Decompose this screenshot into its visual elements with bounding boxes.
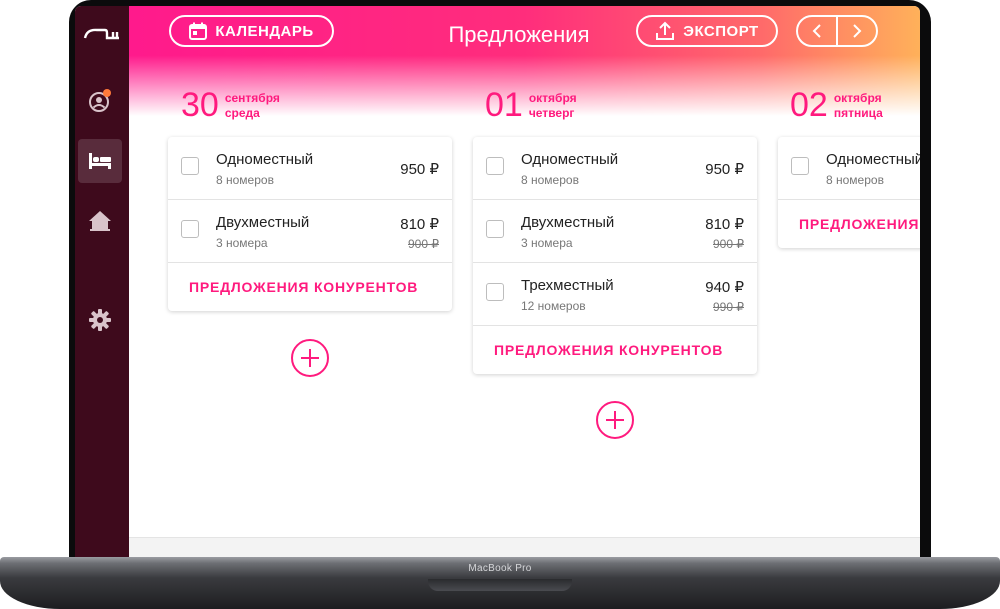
room-name: Двухместный bbox=[521, 214, 615, 231]
room-row: Одноместный 8 номеров bbox=[778, 137, 920, 200]
device-label: MacBook Pro bbox=[468, 563, 532, 574]
room-checkbox[interactable] bbox=[486, 283, 504, 301]
sidebar-item-profile[interactable] bbox=[78, 79, 122, 123]
room-count: 3 номера bbox=[521, 236, 573, 250]
gear-icon bbox=[89, 309, 111, 331]
day-number: 01 bbox=[485, 86, 523, 124]
day-weekday: пятница bbox=[833, 105, 883, 120]
day-weekday: четверг bbox=[528, 105, 575, 120]
room-row: Трехместный 12 номеров 940 ₽ 990 ₽ bbox=[473, 263, 757, 326]
room-checkbox[interactable] bbox=[486, 220, 504, 238]
day-card: Одноместный 8 номеров 950 ₽ Двухместный … bbox=[473, 137, 757, 374]
bottom-strip bbox=[129, 537, 920, 559]
export-button-label: ЭКСПОРТ bbox=[683, 22, 759, 40]
date-navigation bbox=[796, 15, 878, 47]
day-number: 02 bbox=[790, 86, 828, 124]
room-price: 810 ₽ bbox=[400, 216, 439, 233]
room-name: Одноместный bbox=[521, 151, 619, 168]
room-checkbox[interactable] bbox=[486, 157, 504, 175]
app-screen: КАЛЕНДАРЬ Предложения ЭКСПОРТ 30 сентябр… bbox=[75, 6, 920, 559]
room-name: Одноместный bbox=[826, 151, 920, 168]
room-checkbox[interactable] bbox=[181, 157, 199, 175]
competitor-offers-link[interactable]: ПРЕДЛОЖЕНИЯ КОНУРЕНТОВ bbox=[473, 326, 757, 374]
day-card: Одноместный 8 номеров ПРЕДЛОЖЕНИЯ КОНУРЕ… bbox=[778, 137, 920, 248]
next-button[interactable] bbox=[838, 17, 876, 45]
sidebar-item-settings[interactable] bbox=[78, 298, 122, 342]
bed-icon bbox=[89, 153, 111, 169]
sidebar-item-rooms[interactable] bbox=[78, 139, 122, 183]
calendar-button-label: КАЛЕНДАРЬ bbox=[215, 22, 314, 40]
day-month: октября bbox=[528, 90, 577, 105]
sidebar bbox=[75, 6, 129, 559]
day-header: 30 сентября среда bbox=[181, 86, 280, 125]
calendar-icon bbox=[189, 22, 208, 40]
day-weekday: среда bbox=[224, 105, 260, 120]
room-row: Двухместный 3 номера 810 ₽ 900 ₽ bbox=[473, 200, 757, 263]
chevron-left-icon bbox=[812, 24, 821, 38]
room-row: Двухместный 3 номера 810 ₽ 900 ₽ bbox=[168, 200, 452, 263]
room-count: 8 номеров bbox=[521, 173, 579, 187]
competitor-offers-link[interactable]: ПРЕДЛОЖЕНИЯ КОНУРЕНТОВ bbox=[778, 200, 920, 248]
upload-icon bbox=[656, 21, 675, 40]
user-notification-icon bbox=[89, 89, 111, 112]
day-number: 30 bbox=[181, 86, 219, 124]
room-count: 3 номера bbox=[216, 236, 268, 250]
room-price: 940 ₽ bbox=[705, 279, 744, 296]
calendar-button[interactable]: КАЛЕНДАРЬ bbox=[169, 15, 334, 47]
room-old-price: 900 ₽ bbox=[408, 237, 439, 251]
room-checkbox[interactable] bbox=[181, 220, 199, 238]
home-icon bbox=[89, 211, 111, 231]
room-name: Двухместный bbox=[216, 214, 310, 231]
day-header: 02 октября пятница bbox=[790, 86, 883, 125]
room-old-price: 990 ₽ bbox=[713, 300, 744, 314]
day-card: Одноместный 8 номеров 950 ₽ Двухместный … bbox=[168, 137, 452, 311]
room-price: 950 ₽ bbox=[705, 161, 744, 178]
page-title: Предложения bbox=[448, 22, 590, 47]
export-button[interactable]: ЭКСПОРТ bbox=[636, 15, 778, 47]
laptop-notch bbox=[428, 579, 572, 591]
day-month: сентября bbox=[224, 90, 280, 105]
day-month: октября bbox=[833, 90, 882, 105]
room-row: Одноместный 8 номеров 950 ₽ bbox=[168, 137, 452, 200]
add-offer-button[interactable] bbox=[291, 339, 329, 377]
chevron-right-icon bbox=[853, 24, 862, 38]
room-old-price: 900 ₽ bbox=[713, 237, 744, 251]
room-name: Одноместный bbox=[216, 151, 314, 168]
competitor-offers-link[interactable]: ПРЕДЛОЖЕНИЯ КОНУРЕНТОВ bbox=[168, 263, 452, 311]
prev-button[interactable] bbox=[798, 17, 836, 45]
room-count: 12 номеров bbox=[521, 299, 586, 313]
room-count: 8 номеров bbox=[826, 173, 884, 187]
sidebar-item-home[interactable] bbox=[78, 199, 122, 243]
room-row: Одноместный 8 номеров 950 ₽ bbox=[473, 137, 757, 200]
room-price: 950 ₽ bbox=[400, 161, 439, 178]
room-price: 810 ₽ bbox=[705, 216, 744, 233]
brand-logo bbox=[83, 28, 119, 40]
day-header: 01 октября четверг bbox=[485, 86, 577, 125]
room-checkbox[interactable] bbox=[791, 157, 809, 175]
room-count: 8 номеров bbox=[216, 173, 274, 187]
room-name: Трехместный bbox=[521, 277, 614, 294]
add-offer-button[interactable] bbox=[596, 401, 634, 439]
